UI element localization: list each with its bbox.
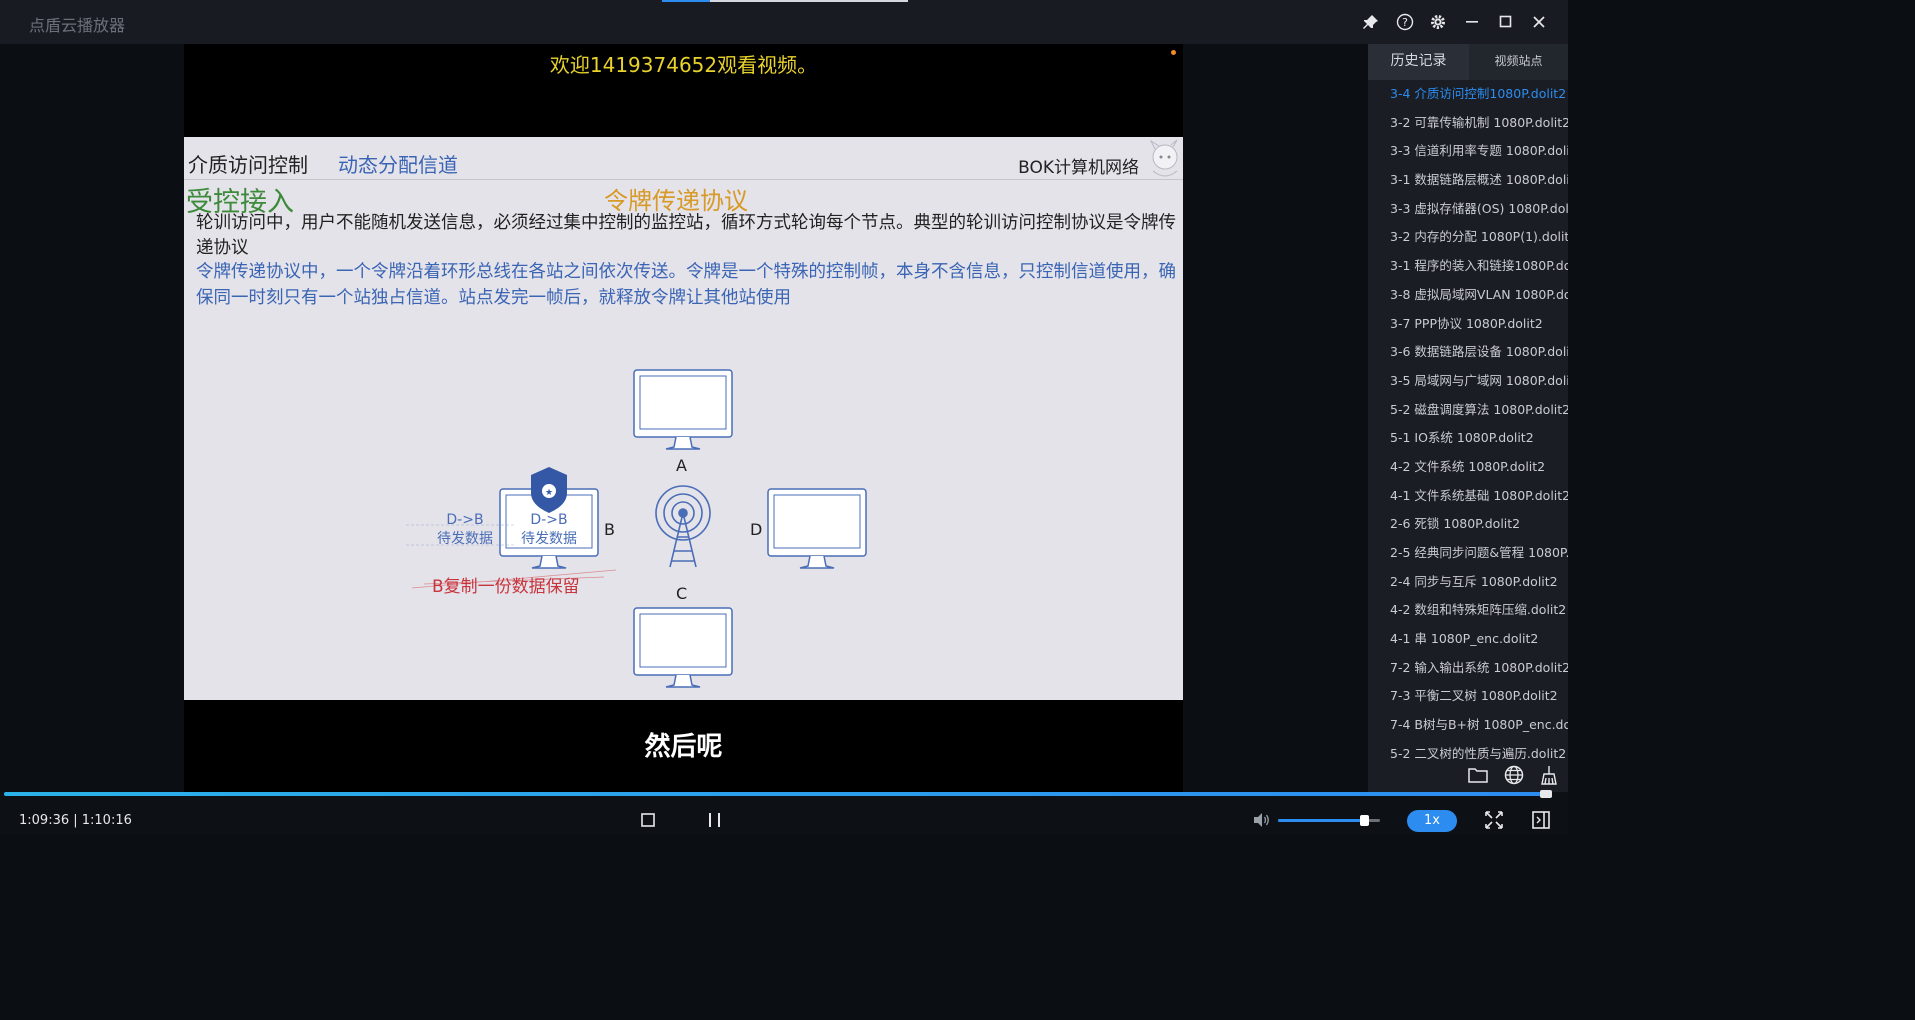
history-item[interactable]: 7-3 平衡二叉树 1080P.dolit2	[1368, 682, 1568, 711]
volume-slider-fill	[1278, 819, 1365, 822]
history-item[interactable]: 3-6 数据链路层设备 1080P.dolit2	[1368, 338, 1568, 367]
history-item[interactable]: 2-5 经典同步问题&管程 1080P.dolit2	[1368, 539, 1568, 568]
broom-icon[interactable]	[1538, 764, 1560, 786]
video-subtitle: 然后呢	[644, 732, 723, 762]
history-list: 3-4 介质访问控制1080P.dolit2 3-2 可靠传输机制 1080P.d…	[1368, 80, 1568, 769]
help-icon[interactable]: ?	[1395, 12, 1415, 32]
history-item[interactable]: 2-6 死锁 1080P.dolit2	[1368, 510, 1568, 539]
control-bar: 1:09:36 | 1:10:16 1x	[0, 790, 1568, 835]
sidebar-tabs: 历史记录 视频站点	[1368, 44, 1568, 80]
pending-data-screen: D->B 待发数据	[508, 511, 590, 549]
folder-icon[interactable]	[1467, 764, 1489, 786]
pending-data-screen-line2: 待发数据	[521, 531, 577, 547]
sidebar-toolbar	[1368, 760, 1568, 792]
history-item[interactable]: 5-2 磁盘调度算法 1080P.dolit2	[1368, 396, 1568, 425]
volume-icon[interactable]	[1251, 810, 1271, 830]
history-item[interactable]: 3-5 局域网与广域网 1080P.dolit2	[1368, 367, 1568, 396]
toggle-sidebar-icon[interactable]	[1531, 810, 1551, 830]
monitor-c-icon	[633, 607, 733, 688]
loading-indicator-track	[710, 0, 908, 2]
stop-icon[interactable]	[638, 810, 658, 830]
node-label-d: D	[750, 520, 763, 539]
copy-data-note: B复制一份数据保留	[432, 577, 580, 597]
globe-icon[interactable]	[1503, 764, 1525, 786]
welcome-watermark: 欢迎1419374652观看视频。	[549, 53, 818, 77]
history-item[interactable]: 3-1 程序的装入和链接1080P.dolit2	[1368, 252, 1568, 281]
history-item[interactable]: 7-2 输入输出系统 1080P.dolit2	[1368, 654, 1568, 683]
pending-data-note-line1: D->B	[446, 512, 484, 528]
loading-indicator	[662, 0, 710, 2]
history-item[interactable]: 4-2 数组和特殊矩阵压缩.dolit2	[1368, 596, 1568, 625]
history-item[interactable]: 4-1 串 1080P_enc.dolit2	[1368, 625, 1568, 654]
close-icon[interactable]	[1529, 12, 1549, 32]
seek-bar-handle[interactable]	[1540, 790, 1553, 798]
minimize-icon[interactable]	[1462, 12, 1482, 32]
title-bar: 点盾云播放器 ?	[0, 0, 1568, 44]
network-diagram: ★	[406, 369, 867, 688]
fullscreen-icon[interactable]	[1484, 810, 1504, 830]
history-item[interactable]: 5-1 IO系统 1080P.dolit2	[1368, 424, 1568, 453]
history-item[interactable]: 3-7 PPP协议 1080P.dolit2	[1368, 310, 1568, 339]
history-item[interactable]: 3-1 数据链路层概述 1080P.dolit2	[1368, 166, 1568, 195]
history-sidebar: 历史记录 视频站点 3-4 介质访问控制1080P.dolit2 3-2 可靠传输…	[1368, 44, 1568, 792]
pin-icon[interactable]	[1361, 12, 1381, 32]
time-display: 1:09:36 | 1:10:16	[19, 813, 132, 828]
settings-icon[interactable]	[1428, 12, 1448, 32]
playback-speed-button[interactable]: 1x	[1407, 810, 1457, 832]
volume-slider[interactable]	[1278, 815, 1380, 826]
seek-bar-progress	[4, 792, 1546, 796]
history-item[interactable]: 3-2 可靠传输机制 1080P.dolit2	[1368, 109, 1568, 138]
history-item[interactable]: 3-8 虚拟局域网VLAN 1080P.dolit2	[1368, 281, 1568, 310]
pending-data-note-line2: 待发数据	[437, 531, 493, 547]
history-item[interactable]: 2-4 同步与互斥 1080P.dolit2	[1368, 568, 1568, 597]
video-player[interactable]: 欢迎1419374652观看视频。 介质访问控制 动态分配信道 BOK计算机网络…	[184, 44, 1183, 792]
history-item[interactable]: 4-1 文件系统基础 1080P.dolit2	[1368, 482, 1568, 511]
maximize-icon[interactable]	[1496, 12, 1516, 32]
history-item[interactable]: 3-2 内存的分配 1080P(1).dolit2	[1368, 223, 1568, 252]
history-item[interactable]: 4-2 文件系统 1080P.dolit2	[1368, 453, 1568, 482]
svg-text:?: ?	[1402, 16, 1408, 29]
monitor-a-icon	[633, 369, 733, 450]
pending-data-screen-line1: D->B	[530, 512, 568, 528]
svg-text:★: ★	[545, 488, 553, 498]
node-label-a: A	[676, 456, 687, 475]
recording-dot	[1171, 50, 1176, 55]
app-title: 点盾云播放器	[29, 16, 126, 35]
pause-icon[interactable]	[705, 810, 725, 830]
pending-data-note: D->B 待发数据	[424, 511, 506, 549]
tab-history[interactable]: 历史记录	[1368, 44, 1469, 80]
history-item[interactable]: 3-3 虚拟存储器(OS) 1080P.dolit2	[1368, 195, 1568, 224]
node-label-b: B	[604, 520, 615, 539]
monitor-d-icon	[767, 488, 867, 569]
volume-slider-handle[interactable]	[1359, 815, 1369, 826]
lecture-slide: 介质访问控制 动态分配信道 BOK计算机网络 受控接入 令牌传递协议 轮训访问中…	[184, 137, 1183, 700]
history-item-current[interactable]: 3-4 介质访问控制1080P.dolit2	[1368, 80, 1568, 109]
history-item[interactable]: 7-4 B树与B+树 1080P_enc.dolit2	[1368, 711, 1568, 740]
node-label-c: C	[676, 584, 688, 603]
token-tower-icon	[655, 485, 711, 568]
seek-bar[interactable]	[4, 790, 1553, 798]
tab-video-sites[interactable]: 视频站点	[1469, 44, 1568, 80]
history-item[interactable]: 3-3 信道利用率专题 1080P.dolit2	[1368, 137, 1568, 166]
